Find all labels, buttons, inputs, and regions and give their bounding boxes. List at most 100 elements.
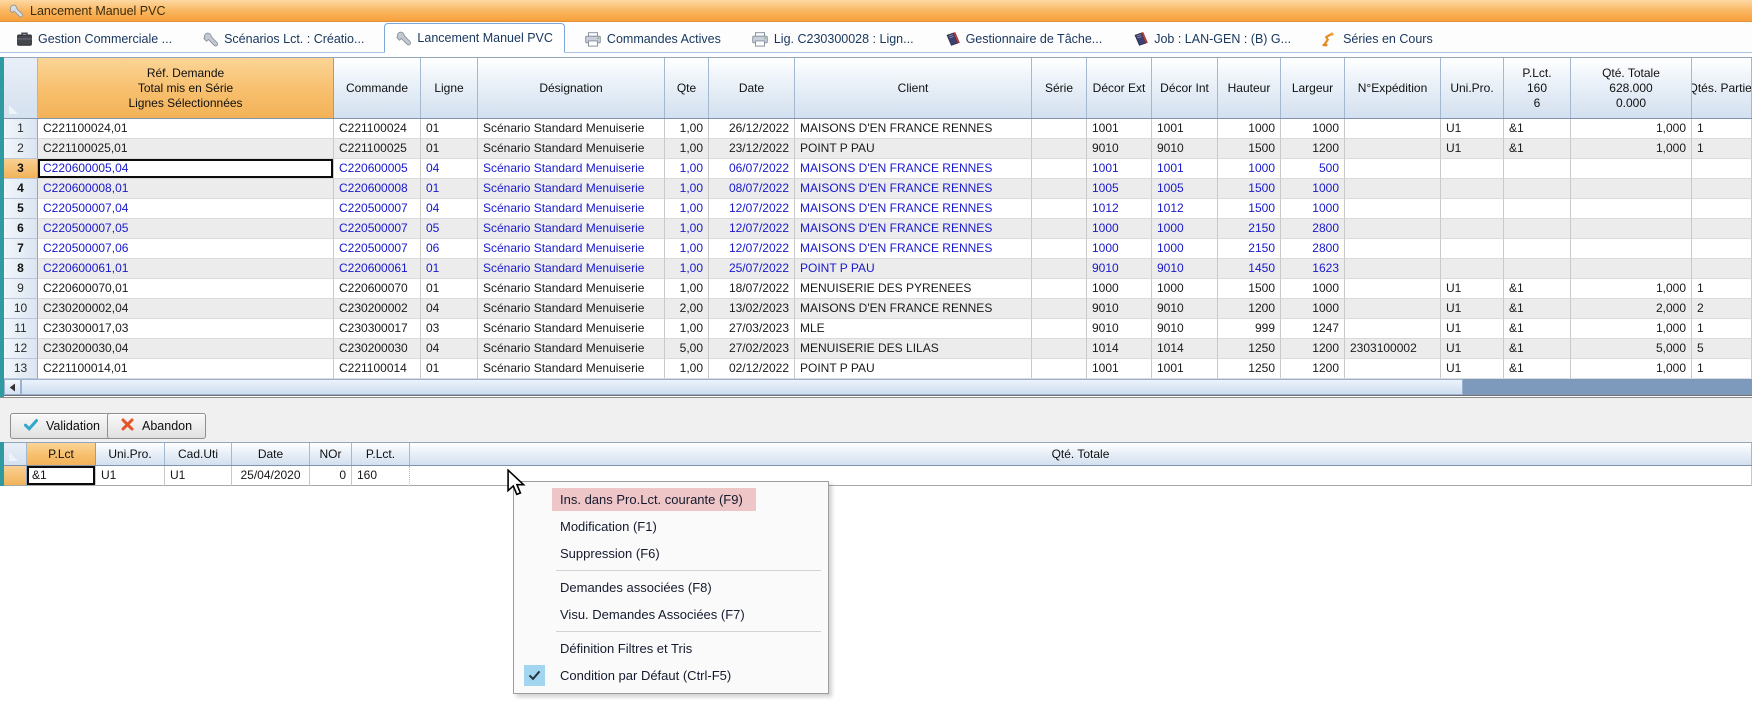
tab-scenarios-lct-creatio[interactable]: Scénarios Lct. : Créatio...	[192, 26, 375, 52]
row-number-cell[interactable]: 3	[4, 159, 38, 179]
cell-designation[interactable]: Scénario Standard Menuiserie	[478, 359, 665, 379]
cell-hauteur[interactable]: 1250	[1218, 339, 1281, 359]
menu-item-suppression-f6[interactable]: Suppression (F6)	[516, 540, 826, 567]
cell-p_lct[interactable]: &1	[1504, 299, 1571, 319]
cell-commande[interactable]: C220500007	[334, 219, 421, 239]
cell-ligne[interactable]: 05	[421, 219, 478, 239]
cell-n_expedition[interactable]	[1345, 159, 1441, 179]
column-header-ligne[interactable]: Ligne	[421, 58, 478, 118]
cell-uni_pro[interactable]: U1	[1441, 339, 1504, 359]
cell-decor_int[interactable]: 1001	[1152, 119, 1218, 139]
cell-designation[interactable]: Scénario Standard Menuiserie	[478, 219, 665, 239]
cell-n_expedition[interactable]	[1345, 279, 1441, 299]
cell-qtes_partiel[interactable]: 1	[1692, 359, 1752, 379]
menu-item-visu-demandes-associees-f7[interactable]: Visu. Demandes Associées (F7)	[516, 601, 826, 628]
cell-decor_int[interactable]: 1014	[1152, 339, 1218, 359]
menu-item-modification-f1[interactable]: Modification (F1)	[516, 513, 826, 540]
cell-date[interactable]: 25/07/2022	[709, 259, 795, 279]
cell-n_expedition[interactable]	[1345, 139, 1441, 159]
tab-gestion-commerciale[interactable]: Gestion Commerciale ...	[6, 26, 183, 52]
cell-qtes_partiel[interactable]: 2	[1692, 299, 1752, 319]
cell-hauteur[interactable]: 999	[1218, 319, 1281, 339]
cell-serie[interactable]	[1032, 119, 1087, 139]
column-header-decor_ext[interactable]: Décor Ext	[1087, 58, 1152, 118]
pilot-column-header-nor[interactable]: NOr	[310, 443, 352, 465]
cell-qte[interactable]: 1,00	[665, 119, 709, 139]
abandon-button[interactable]: Abandon	[107, 413, 206, 439]
column-header-ref[interactable]: Réf. DemandeTotal mis en SérieLignes Sél…	[38, 58, 334, 118]
cell-hauteur[interactable]: 1500	[1218, 199, 1281, 219]
cell-qte_totale[interactable]	[1571, 179, 1692, 199]
pilot-column-header-p-lct[interactable]: P.Lct	[27, 443, 96, 465]
cell-ref[interactable]: C220500007,04	[38, 199, 334, 219]
cell-decor_int[interactable]: 1005	[1152, 179, 1218, 199]
cell-client[interactable]: MAISONS D'EN FRANCE RENNES	[795, 199, 1032, 219]
cell-date[interactable]: 27/02/2023	[709, 339, 795, 359]
cell-ligne[interactable]: 04	[421, 339, 478, 359]
cell-uni_pro[interactable]: U1	[1441, 359, 1504, 379]
row-number-cell[interactable]: 10	[4, 299, 38, 319]
cell-n_expedition[interactable]	[1345, 299, 1441, 319]
cell-qte_totale[interactable]: 1,000	[1571, 359, 1692, 379]
cell-designation[interactable]: Scénario Standard Menuiserie	[478, 199, 665, 219]
cell-commande[interactable]: C220600061	[334, 259, 421, 279]
cell-qte[interactable]: 1,00	[665, 319, 709, 339]
cell-n_expedition[interactable]: 2303100002	[1345, 339, 1441, 359]
tab-lancement-manuel-pvc[interactable]: Lancement Manuel PVC	[384, 23, 565, 53]
cell-largeur[interactable]: 1247	[1281, 319, 1345, 339]
cell-ligne[interactable]: 04	[421, 159, 478, 179]
cell-date[interactable]: 12/07/2022	[709, 199, 795, 219]
cell-decor_int[interactable]: 9010	[1152, 259, 1218, 279]
cell-date[interactable]: 12/07/2022	[709, 239, 795, 259]
row-number-cell[interactable]: 5	[4, 199, 38, 219]
row-number-cell[interactable]: 2	[4, 139, 38, 159]
cell-n_expedition[interactable]	[1345, 179, 1441, 199]
cell-hauteur[interactable]: 2150	[1218, 239, 1281, 259]
pilot-cell-nor[interactable]: 0	[310, 466, 352, 486]
cell-decor_ext[interactable]: 1005	[1087, 179, 1152, 199]
cell-qtes_partiel[interactable]: 5	[1692, 339, 1752, 359]
tab-gestionnaire-de-tache[interactable]: Gestionnaire de Tâche...	[934, 26, 1114, 52]
pilot-column-header-cad-uti[interactable]: Cad.Uti	[165, 443, 232, 465]
pilot-cell-cad-uti[interactable]: U1	[165, 466, 232, 486]
cell-designation[interactable]: Scénario Standard Menuiserie	[478, 159, 665, 179]
cell-largeur[interactable]: 1000	[1281, 279, 1345, 299]
column-header-designation[interactable]: Désignation	[478, 58, 665, 118]
column-header-serie[interactable]: Série	[1032, 58, 1087, 118]
cell-decor_ext[interactable]: 1000	[1087, 279, 1152, 299]
tab-series-en-cours[interactable]: Séries en Cours	[1311, 26, 1444, 52]
cell-client[interactable]: MLE	[795, 319, 1032, 339]
cell-largeur[interactable]: 2800	[1281, 219, 1345, 239]
column-header-hauteur[interactable]: Hauteur	[1218, 58, 1281, 118]
cell-serie[interactable]	[1032, 339, 1087, 359]
cell-p_lct[interactable]	[1504, 219, 1571, 239]
cell-largeur[interactable]: 500	[1281, 159, 1345, 179]
cell-decor_int[interactable]: 1001	[1152, 359, 1218, 379]
cell-decor_ext[interactable]: 1001	[1087, 159, 1152, 179]
select-all-corner[interactable]	[4, 58, 38, 118]
cell-decor_int[interactable]: 9010	[1152, 139, 1218, 159]
cell-uni_pro[interactable]: U1	[1441, 319, 1504, 339]
cell-qte[interactable]: 1,00	[665, 219, 709, 239]
cell-decor_int[interactable]: 9010	[1152, 299, 1218, 319]
cell-hauteur[interactable]: 2150	[1218, 219, 1281, 239]
cell-largeur[interactable]: 2800	[1281, 239, 1345, 259]
cell-p_lct[interactable]: &1	[1504, 139, 1571, 159]
row-number-cell[interactable]: 9	[4, 279, 38, 299]
cell-qtes_partiel[interactable]	[1692, 179, 1752, 199]
cell-hauteur[interactable]: 1450	[1218, 259, 1281, 279]
column-header-date[interactable]: Date	[709, 58, 795, 118]
pilot-cell-p-lct[interactable]: &1	[27, 466, 96, 486]
scroll-left-arrow-icon[interactable]	[4, 379, 21, 395]
cell-p_lct[interactable]: &1	[1504, 339, 1571, 359]
cell-serie[interactable]	[1032, 359, 1087, 379]
column-header-decor_int[interactable]: Décor Int	[1152, 58, 1218, 118]
cell-qte[interactable]: 1,00	[665, 359, 709, 379]
cell-p_lct[interactable]	[1504, 179, 1571, 199]
column-header-uni_pro[interactable]: Uni.Pro.	[1441, 58, 1504, 118]
cell-hauteur[interactable]: 1500	[1218, 139, 1281, 159]
cell-largeur[interactable]: 1000	[1281, 119, 1345, 139]
cell-client[interactable]: MAISONS D'EN FRANCE RENNES	[795, 159, 1032, 179]
cell-client[interactable]: POINT P PAU	[795, 359, 1032, 379]
cell-hauteur[interactable]: 1500	[1218, 179, 1281, 199]
